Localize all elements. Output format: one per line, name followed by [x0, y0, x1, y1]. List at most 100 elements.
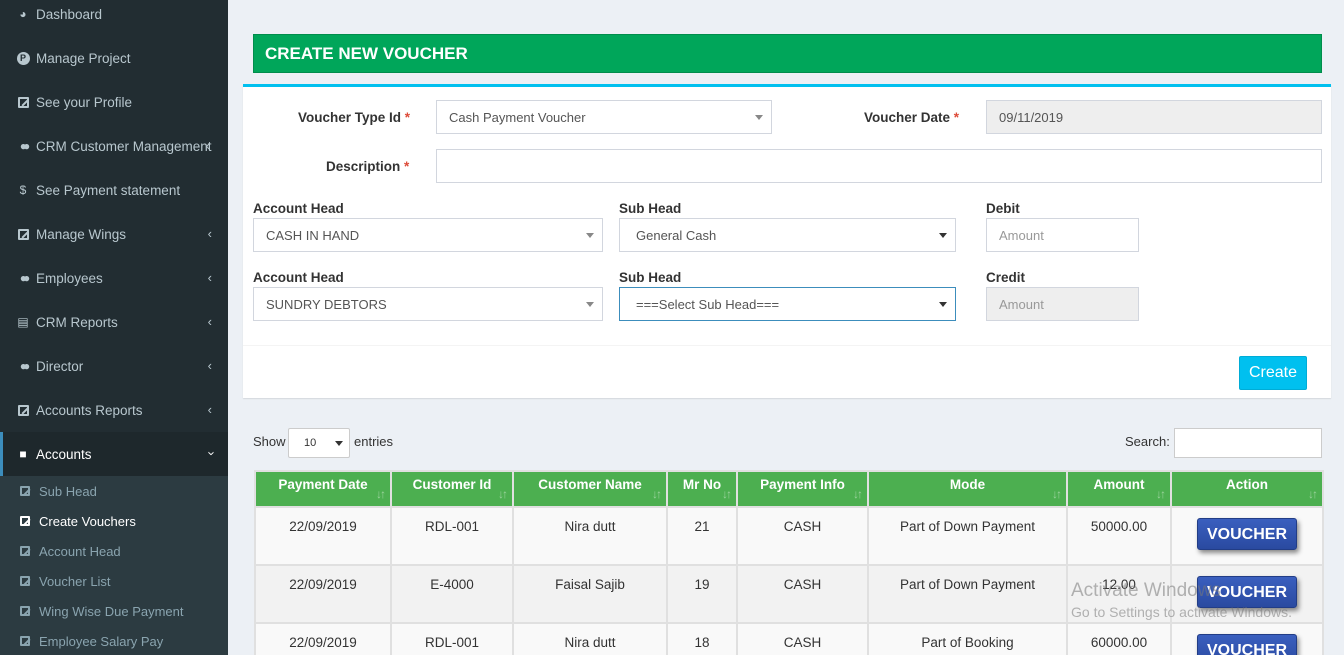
sidebar-item-label: Manage Project	[36, 50, 131, 66]
show-label: Show	[253, 434, 286, 449]
voucher-date-field[interactable]: 09/11/2019	[986, 100, 1322, 134]
voucher-button[interactable]: VOUCHER	[1197, 518, 1297, 550]
sidebar-subitem-label: Create Vouchers	[39, 513, 136, 529]
cell-amount: 60000.00	[1066, 622, 1172, 655]
cell-customer-id: RDL-001	[390, 622, 514, 655]
sidebar-subitem-label: Employee Salary Pay	[39, 633, 164, 649]
edit-icon	[16, 227, 30, 241]
debit-amount-input[interactable]: Amount	[986, 218, 1139, 252]
sub-head-value: General Cash	[636, 227, 717, 243]
search-label: Search:	[1125, 434, 1170, 449]
caret-down-icon	[586, 233, 594, 238]
sidebar-subitem-voucher-list[interactable]: Voucher List	[0, 566, 228, 596]
sort-icon: ↓↑	[1156, 487, 1166, 501]
column-header-customer-id[interactable]: Customer Id ↓↑	[390, 470, 514, 508]
sidebar-item-accounts[interactable]: ■ Accounts ‹	[0, 432, 228, 476]
cell-mr-no: 19	[666, 564, 738, 624]
page-title: CREATE NEW VOUCHER	[253, 34, 1322, 73]
voucher-button[interactable]: VOUCHER	[1197, 634, 1297, 655]
chevron-down-icon: ‹	[202, 451, 218, 456]
sidebar-subitem-label: Account Head	[39, 543, 121, 559]
column-header-payment-date[interactable]: Payment Date ↓↑	[254, 470, 392, 508]
cell-mr-no: 18	[666, 622, 738, 655]
sidebar-item-director[interactable]: ●● Director ‹	[0, 344, 228, 388]
sidebar-item-dashboard[interactable]: ◕ Dashboard	[0, 0, 228, 36]
column-header-amount[interactable]: Amount ↓↑	[1066, 470, 1172, 508]
edit-icon	[19, 485, 31, 497]
voucher-type-value: Cash Payment Voucher	[449, 109, 586, 125]
voucher-date-label: Voucher Date *	[864, 110, 960, 125]
payments-table: Payment Date ↓↑ Customer Id ↓↑ Customer Na…	[254, 470, 1324, 655]
sub-head-select-debit[interactable]: General Cash	[619, 218, 956, 252]
column-header-mode[interactable]: Mode ↓↑	[867, 470, 1068, 508]
search-input[interactable]	[1174, 428, 1322, 458]
sub-head-select-credit[interactable]: ===Select Sub Head===	[619, 287, 956, 321]
chevron-left-icon: ‹	[207, 358, 212, 373]
credit-placeholder: Amount	[999, 296, 1044, 312]
sidebar-subitem-create-vouchers[interactable]: Create Vouchers	[0, 506, 228, 536]
voucher-date-value: 09/11/2019	[999, 109, 1064, 125]
sidebar-item-label: CRM Customer Management	[36, 138, 212, 154]
sort-icon: ↓↑	[376, 487, 386, 501]
sidebar-item-crm-customer[interactable]: ●● CRM Customer Management ‹	[0, 124, 228, 168]
entries-label: entries	[354, 434, 394, 449]
sidebar-item-crm-reports[interactable]: ▤ CRM Reports ‹	[0, 300, 228, 344]
edit-icon	[16, 403, 30, 417]
sidebar-subitem-wing-due[interactable]: Wing Wise Due Payment	[0, 596, 228, 626]
sub-head-label: Sub Head	[619, 201, 682, 216]
account-head-value: SUNDRY DEBTORS	[266, 296, 387, 312]
p-circle-icon: P	[16, 51, 30, 65]
sidebar-item-accounts-reports[interactable]: Accounts Reports ‹	[0, 388, 228, 432]
sidebar-item-payment-statement[interactable]: $ See Payment statement	[0, 168, 228, 212]
voucher-type-label: Voucher Type Id *	[298, 110, 411, 125]
sidebar-item-profile[interactable]: See your Profile	[0, 80, 228, 124]
cell-action: VOUCHER	[1170, 622, 1324, 655]
account-head-select-debit[interactable]: CASH IN HAND	[253, 218, 603, 252]
edit-icon	[19, 575, 31, 587]
column-header-mr-no[interactable]: Mr No ↓↑	[666, 470, 738, 508]
credit-label: Credit	[986, 270, 1026, 285]
sort-icon: ↓↑	[1052, 487, 1062, 501]
sidebar-subitem-salary-pay[interactable]: Employee Salary Pay	[0, 626, 228, 655]
caret-down-icon	[586, 302, 594, 307]
cell-customer-id: RDL-001	[390, 506, 514, 566]
sidebar-submenu-accounts: Sub Head Create Vouchers Account Head Vo…	[0, 476, 228, 655]
sidebar-item-label: Employees	[36, 270, 103, 286]
cell-payment-info: CASH	[736, 564, 869, 624]
book-icon: ▤	[17, 315, 29, 329]
sidebar-item-manage-project[interactable]: P Manage Project	[0, 36, 228, 80]
description-field[interactable]	[436, 149, 1322, 183]
activate-windows-subtext: Go to Settings to activate Windows.	[1071, 604, 1292, 620]
column-header-customer-name[interactable]: Customer Name ↓↑	[512, 470, 668, 508]
column-header-action[interactable]: Action ↓↑	[1170, 470, 1324, 508]
cell-customer-name: Nira dutt	[512, 506, 668, 566]
cell-customer-id: E-4000	[390, 564, 514, 624]
chevron-left-icon: ‹	[205, 138, 210, 153]
caret-down-icon	[755, 115, 763, 120]
sidebar-item-label: Accounts	[36, 446, 92, 462]
cell-mode: Part of Down Payment	[867, 506, 1068, 566]
sidebar-item-employees[interactable]: ●● Employees ‹	[0, 256, 228, 300]
sidebar-subitem-sub-head[interactable]: Sub Head	[0, 476, 228, 506]
chevron-left-icon: ‹	[207, 402, 212, 417]
create-button[interactable]: Create	[1239, 356, 1307, 390]
users-icon: ●●	[19, 139, 31, 153]
cell-customer-name: Nira dutt	[512, 622, 668, 655]
sidebar-item-manage-wings[interactable]: Manage Wings ‹	[0, 212, 228, 256]
debit-placeholder: Amount	[999, 227, 1044, 243]
account-head-select-credit[interactable]: SUNDRY DEBTORS	[253, 287, 603, 321]
users-icon: ●●	[19, 359, 31, 373]
table-row: 22/09/2019 RDL-001 Nira dutt 18 CASH Par…	[254, 622, 1324, 655]
table-row: 22/09/2019 RDL-001 Nira dutt 21 CASH Par…	[254, 506, 1324, 566]
credit-amount-input[interactable]: Amount	[986, 287, 1139, 321]
edit-icon	[19, 545, 31, 557]
sidebar-item-label: Dashboard	[36, 6, 103, 22]
cell-action: VOUCHER	[1170, 506, 1324, 566]
voucher-type-select[interactable]: Cash Payment Voucher	[436, 100, 772, 134]
sidebar-subitem-account-head[interactable]: Account Head	[0, 536, 228, 566]
sidebar: ◕ Dashboard P Manage Project See your Pr…	[0, 0, 228, 655]
cell-date: 22/09/2019	[254, 564, 392, 624]
chevron-left-icon: ‹	[207, 314, 212, 329]
page-length-select[interactable]: 10	[288, 428, 350, 458]
column-header-payment-info[interactable]: Payment Info ↓↑	[736, 470, 869, 508]
